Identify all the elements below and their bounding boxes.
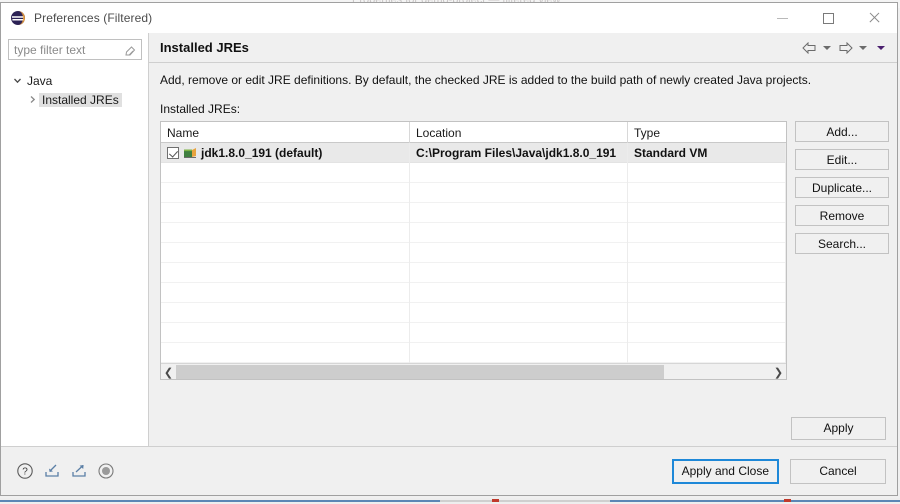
preferences-tree: Java Installed JREs <box>1 71 148 109</box>
table-body: jdk1.8.0_191 (default) C:\Program Files\… <box>161 143 786 363</box>
apply-row: Apply <box>149 410 897 446</box>
record-icon[interactable] <box>97 462 115 480</box>
column-header-type[interactable]: Type <box>628 122 786 143</box>
apply-button[interactable]: Apply <box>791 416 886 440</box>
chevron-down-filled-icon[interactable] <box>873 40 889 56</box>
window-controls <box>759 3 897 33</box>
background-bottom-strip <box>0 498 900 504</box>
scrollbar-thumb[interactable] <box>176 364 664 379</box>
minimize-button[interactable] <box>759 3 805 33</box>
add-button[interactable]: Add... <box>795 121 889 142</box>
tree-item-installed-jres[interactable]: Installed JREs <box>1 90 148 109</box>
preferences-page: Installed JREs Add, remove or edit JRE d… <box>149 33 897 446</box>
page-nav-icons <box>801 40 889 56</box>
svg-text:?: ? <box>22 467 28 478</box>
dialog-footer: ? Apply and Close Cancel <box>1 446 897 495</box>
eclipse-logo-icon <box>10 10 26 26</box>
column-header-name[interactable]: Name <box>161 122 410 143</box>
page-content: Add, remove or edit JRE definitions. By … <box>149 63 897 410</box>
arrow-right-icon[interactable] <box>837 40 853 56</box>
filter-box[interactable] <box>8 39 142 60</box>
jre-table-area: Name Location Type jdk1.8.0_191 (default… <box>160 121 889 380</box>
installed-jres-label: Installed JREs: <box>160 102 241 116</box>
chevron-right-icon[interactable]: ❯ <box>771 364 786 380</box>
background-bottom-dot <box>492 499 499 502</box>
tree-item-java[interactable]: Java <box>1 71 148 90</box>
eraser-icon[interactable] <box>125 44 136 56</box>
jre-action-buttons: Add... Edit... Duplicate... Remove Searc… <box>795 121 889 380</box>
chevron-down-icon[interactable] <box>10 76 24 85</box>
maximize-button[interactable] <box>805 3 851 33</box>
table-row-empty[interactable] <box>161 243 786 263</box>
jre-table: Name Location Type jdk1.8.0_191 (default… <box>160 121 787 380</box>
close-icon <box>868 12 880 24</box>
remove-button[interactable]: Remove <box>795 205 889 226</box>
search-input[interactable] <box>9 40 119 59</box>
dialog-body: Java Installed JREs Installed JREs <box>1 33 897 446</box>
edit-button[interactable]: Edit... <box>795 149 889 170</box>
cell-location[interactable]: C:\Program Files\Java\jdk1.8.0_191 <box>410 143 628 163</box>
arrow-left-icon[interactable] <box>801 40 817 56</box>
table-row-empty[interactable] <box>161 163 786 183</box>
window-title: Preferences (Filtered) <box>34 11 153 25</box>
background-bottom-dot <box>784 499 791 502</box>
title-bar: Preferences (Filtered) <box>1 3 897 33</box>
table-horizontal-scrollbar[interactable]: ❮ ❯ <box>161 363 786 380</box>
table-row-empty[interactable] <box>161 323 786 343</box>
table-row-empty[interactable] <box>161 203 786 223</box>
maximize-icon <box>822 12 834 24</box>
help-icon[interactable]: ? <box>16 462 34 480</box>
scrollbar-track[interactable] <box>176 363 771 379</box>
search-button[interactable]: Search... <box>795 233 889 254</box>
table-row[interactable]: jdk1.8.0_191 (default) C:\Program Files\… <box>161 143 786 163</box>
page-title: Installed JREs <box>160 40 249 55</box>
cancel-button[interactable]: Cancel <box>790 458 886 484</box>
background-bottom-line-light <box>440 500 610 502</box>
page-header: Installed JREs <box>149 33 897 63</box>
table-row-empty[interactable] <box>161 343 786 363</box>
table-row-empty[interactable] <box>161 183 786 203</box>
footer-buttons: Apply and Close Cancel <box>671 458 886 484</box>
table-row-empty[interactable] <box>161 223 786 243</box>
preferences-dialog: Preferences (Filtered) type filter text … <box>0 2 898 496</box>
column-header-location[interactable]: Location <box>410 122 628 143</box>
tree-item-label: Java <box>27 73 53 88</box>
table-header-row: Name Location Type <box>161 122 786 143</box>
duplicate-button[interactable]: Duplicate... <box>795 177 889 198</box>
jre-name-text: jdk1.8.0_191 (default) <box>201 146 323 160</box>
filter-container <box>1 39 148 60</box>
export-icon[interactable] <box>70 462 88 480</box>
import-icon[interactable] <box>43 462 61 480</box>
table-row-empty[interactable] <box>161 283 786 303</box>
table-row-empty[interactable] <box>161 263 786 283</box>
chevron-right-icon[interactable] <box>25 95 39 104</box>
jre-default-checkbox[interactable] <box>167 147 179 159</box>
minimize-icon <box>776 17 788 19</box>
tree-item-label: Installed JREs <box>39 92 122 107</box>
cell-name[interactable]: jdk1.8.0_191 (default) <box>161 143 410 163</box>
cell-type[interactable]: Standard VM <box>628 143 786 163</box>
close-button[interactable] <box>851 3 897 33</box>
apply-and-close-button[interactable]: Apply and Close <box>671 458 779 484</box>
page-description: Add, remove or edit JRE definitions. By … <box>160 73 812 87</box>
chevron-left-icon[interactable]: ❮ <box>161 364 176 380</box>
footer-icon-group: ? <box>16 462 115 480</box>
jre-library-icon <box>183 147 197 159</box>
back-history-dropdown-icon[interactable] <box>819 40 835 56</box>
preferences-sidebar: Java Installed JREs <box>1 33 149 446</box>
table-row-empty[interactable] <box>161 303 786 323</box>
forward-history-dropdown-icon[interactable] <box>855 40 871 56</box>
